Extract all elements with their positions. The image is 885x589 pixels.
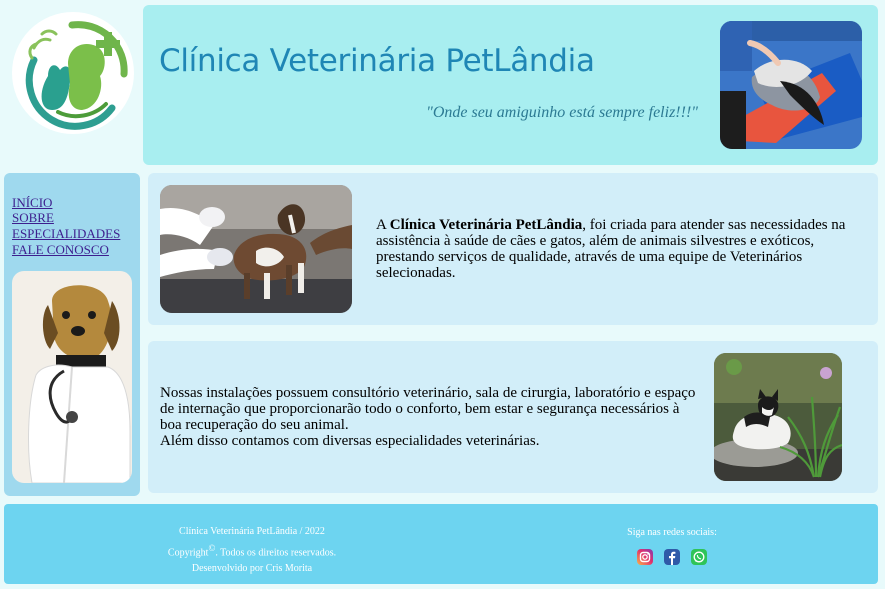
site-footer: Clínica Veterinária PetLândia / 2022 Cop…: [4, 504, 878, 584]
sidebar-nav: INÍCIO SOBRE ESPECIALIDADES FALE CONOSCO: [4, 173, 140, 496]
whatsapp-icon[interactable]: [691, 549, 707, 565]
nav-link-sobre[interactable]: SOBRE: [12, 210, 54, 226]
facebook-icon[interactable]: [664, 549, 680, 565]
facilities-card: Nossas instalações possuem consultório v…: [148, 341, 878, 493]
site-slogan: "Onde seu amiguinho está sempre feliz!!!…: [426, 104, 698, 121]
site-header: Clínica Veterinária PetLândia "Onde seu …: [143, 5, 878, 165]
card-photo-cat-in-garden: [714, 353, 842, 481]
clinic-logo: [12, 12, 134, 134]
about-card: A Clínica Veterinária PetLândia, foi cri…: [148, 173, 878, 325]
facilities-text: Nossas instalações possuem consultório v…: [160, 385, 700, 449]
nav-link-inicio[interactable]: INÍCIO: [12, 195, 52, 211]
about-intro: A: [376, 217, 390, 233]
footer-credits: Clínica Veterinária PetLândia / 2022 Cop…: [152, 524, 352, 577]
nav-link-especialidades[interactable]: ESPECIALIDADES: [12, 226, 120, 242]
footer-developer: Desenvolvido por Cris Morita: [191, 563, 313, 575]
facilities-paragraph: Nossas instalações possuem consultório v…: [160, 385, 696, 433]
sidebar-photo-dog-in-lab-coat: [12, 271, 132, 483]
about-text: A Clínica Veterinária PetLândia, foi cri…: [376, 217, 871, 281]
instagram-icon[interactable]: [637, 549, 653, 565]
header-photo-vet-treatment: [720, 21, 862, 149]
specialties-paragraph: Além disso contamos com diversas especia…: [160, 433, 540, 449]
site-title: Clínica Veterinária PetLândia: [159, 43, 595, 79]
card-photo-puppy-exam: [160, 185, 352, 313]
footer-social-label: Siga nas redes sociais:: [627, 527, 717, 538]
footer-copyright: Copyright©. Todos os direitos reservados…: [167, 543, 337, 559]
nav-link-fale-conosco[interactable]: FALE CONOSCO: [12, 242, 109, 258]
footer-clinic-year: Clínica Veterinária PetLândia / 2022: [179, 526, 325, 537]
about-brand-name: Clínica Veterinária PetLândia: [389, 217, 583, 233]
